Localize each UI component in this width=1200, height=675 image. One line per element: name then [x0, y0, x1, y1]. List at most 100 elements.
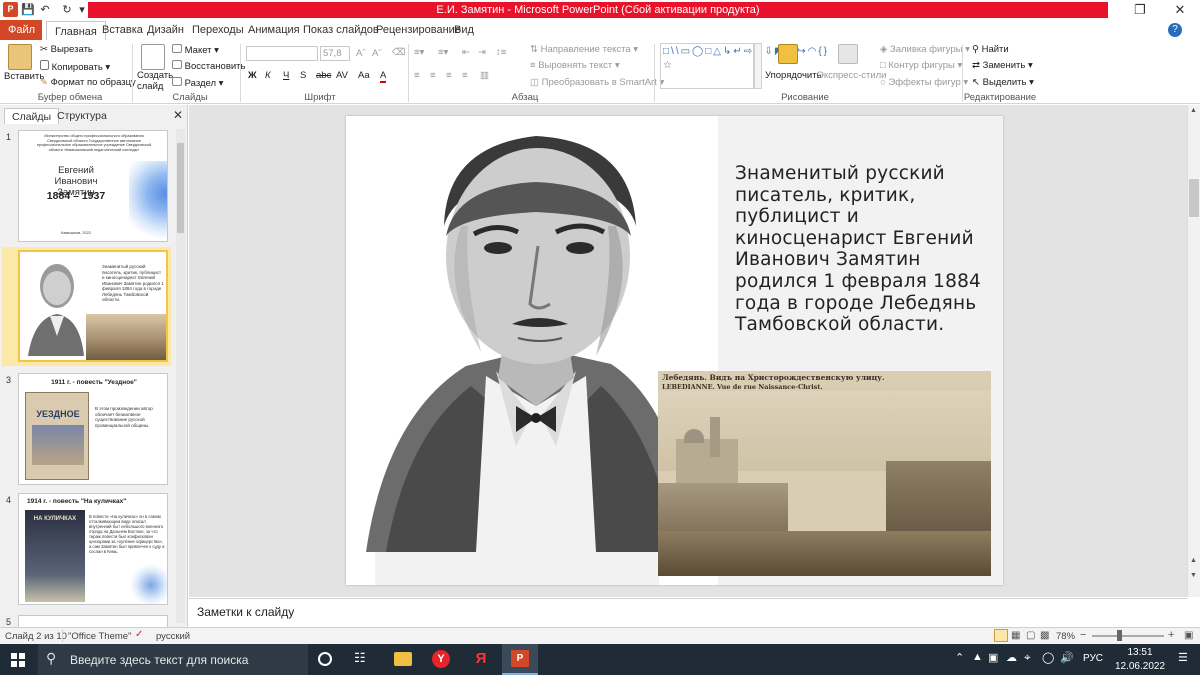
clear-format-icon[interactable]: ⌫ [392, 47, 405, 58]
redo-icon[interactable]: ↻ [60, 3, 74, 17]
smartart-button[interactable]: ◫ Преобразовать в SmartArt ▾ [530, 77, 664, 88]
main-scroll-track[interactable]: ▲ ▲ ▼ [1187, 105, 1200, 597]
spacing-icon[interactable]: AV [336, 70, 348, 81]
network-icon[interactable]: ◯ [1042, 651, 1054, 664]
font-name-select[interactable] [246, 46, 318, 61]
restore-button[interactable]: ❐ [1120, 0, 1160, 20]
powerpoint-taskbar-button[interactable]: P [502, 644, 538, 675]
shrink-font-icon[interactable]: Aˇ [372, 48, 382, 59]
paste-icon[interactable] [8, 44, 32, 70]
keyboard-language[interactable]: РУС [1083, 653, 1103, 664]
grow-font-icon[interactable]: Aˆ [356, 48, 366, 59]
windows-start-icon[interactable] [11, 653, 25, 667]
new-slide-icon[interactable] [141, 44, 165, 70]
replace-button[interactable]: ⇄ Заменить ▾ [972, 60, 1033, 71]
customize-qat-icon[interactable]: ▾ [75, 3, 89, 17]
clock-time[interactable]: 13:51 [1117, 647, 1163, 658]
normal-view-icon[interactable] [994, 629, 1008, 642]
yandex-browser-icon[interactable]: Y [432, 650, 450, 668]
fit-slide-icon[interactable]: ▣ [1184, 630, 1193, 641]
indent-icon[interactable]: ⇤ [462, 47, 470, 58]
notifications-icon[interactable]: ☰ [1178, 651, 1188, 664]
paste-button[interactable]: Вставить [4, 71, 44, 82]
zoom-in-icon[interactable]: + [1168, 629, 1174, 641]
outdent-icon[interactable]: ⇥ [478, 47, 486, 58]
scroll-up-icon[interactable]: ▲ [1190, 107, 1197, 114]
italic-icon[interactable]: К [265, 70, 271, 81]
tray-app-icon[interactable]: ▲ [972, 651, 983, 663]
cut-button[interactable]: ✂ Вырезать [40, 44, 93, 55]
slide-thumbnail-3[interactable]: 1911 г. - повесть "Уездное" УЕЗДНОЕ В эт… [18, 373, 168, 485]
tab-outline-panel[interactable]: Структура [50, 108, 114, 124]
zoom-slider[interactable] [1092, 635, 1164, 637]
shapes-gallery[interactable]: □\\▭◯□△↳↵⇨⇧⇩◤⤼↪◠{}☆ [660, 43, 827, 89]
reset-button[interactable]: Восстановить [172, 60, 245, 72]
prev-slide-icon[interactable]: ▲ [1190, 557, 1197, 564]
zoom-out-icon[interactable]: − [1080, 629, 1086, 641]
slide-thumbnail-2[interactable]: Знаменитый русский писатель, критик, пуб… [18, 250, 168, 362]
gallery-scroll[interactable] [754, 43, 762, 89]
language[interactable]: русский [156, 631, 190, 642]
quick-styles-icon[interactable] [838, 44, 858, 64]
slide-thumbnail-4[interactable]: 1914 г. - повесть "На куличках" НА КУЛИЧ… [18, 493, 168, 605]
align-text-button[interactable]: ≡ Выровнять текст ▾ [530, 60, 620, 71]
yandex-icon[interactable]: Я [472, 650, 490, 668]
columns-icon[interactable]: ▥ [480, 70, 489, 81]
quick-styles-button[interactable]: Экспресс-стили [817, 70, 886, 81]
tab-view[interactable]: Вид [446, 20, 482, 40]
slide-thumbnail-1[interactable]: Министерство общего профессионального об… [18, 130, 168, 242]
reading-view-icon[interactable]: ▢ [1026, 630, 1035, 641]
zoom-slider-thumb[interactable] [1117, 630, 1122, 641]
justify-icon[interactable]: ≡ [462, 70, 468, 81]
save-icon[interactable]: 💾 [21, 3, 35, 17]
close-panel-icon[interactable]: ✕ [173, 108, 183, 122]
arrange-icon[interactable] [778, 44, 798, 64]
arrange-button[interactable]: Упорядочить [765, 70, 822, 81]
zoom-level[interactable]: 78% [1056, 631, 1075, 642]
close-window-button[interactable]: ✕ [1160, 0, 1200, 20]
panel-scroll-thumb[interactable] [177, 143, 184, 233]
underline-icon[interactable]: Ч [283, 70, 289, 81]
search-input[interactable]: Введите здесь текст для поиска [70, 653, 248, 667]
select-button[interactable]: ↖ Выделить ▾ [972, 77, 1034, 88]
spellcheck-icon[interactable]: ✓ [135, 629, 143, 640]
layout-button[interactable]: Макет ▾ [172, 44, 219, 56]
font-size-select[interactable]: 57,8 [320, 46, 350, 61]
tray-screen-icon[interactable]: ▣ [988, 651, 998, 664]
strikethrough-icon[interactable]: abc [316, 70, 331, 81]
clock-date[interactable]: 12.06.2022 [1110, 661, 1170, 672]
undo-icon[interactable]: ↶ [38, 3, 52, 17]
new-slide-button[interactable]: Создать слайд [137, 70, 173, 92]
tray-cloud-icon[interactable]: ☁ [1006, 651, 1017, 664]
copy-button[interactable]: Копировать ▾ [40, 60, 110, 73]
shape-fill-button[interactable]: ◈ Заливка фигуры ▾ [880, 44, 970, 55]
find-button[interactable]: ⚲ Найти [972, 44, 1009, 55]
task-view-icon[interactable]: ☷ [354, 650, 366, 666]
volume-icon[interactable]: 🔊 [1060, 651, 1074, 664]
font-color-icon[interactable]: A [380, 70, 387, 83]
next-slide-icon[interactable]: ▼ [1190, 572, 1197, 579]
numbering-icon[interactable]: ≡▾ [438, 47, 448, 58]
shape-outline-button[interactable]: □ Контур фигуры ▾ [880, 60, 962, 71]
slide-body-text[interactable]: Знаменитый русский писатель, критик, пуб… [735, 163, 985, 336]
bold-icon[interactable]: Ж [248, 70, 257, 81]
case-icon[interactable]: Aa [358, 70, 370, 81]
cortana-icon[interactable] [318, 652, 332, 666]
slide-sorter-icon[interactable]: ▦ [1011, 630, 1020, 641]
taskbar-search[interactable]: ⚲ Введите здесь текст для поиска [38, 644, 308, 675]
slide-thumbnail-5[interactable] [18, 615, 168, 627]
panel-scrollbar[interactable] [176, 129, 185, 623]
align-right-icon[interactable]: ≡ [446, 70, 452, 81]
main-scroll-thumb[interactable] [1189, 179, 1199, 217]
slideshow-icon[interactable]: ▩ [1040, 630, 1049, 641]
tab-file[interactable]: Файл [0, 20, 42, 40]
line-spacing-icon[interactable]: ↕≡ [496, 47, 506, 58]
shape-effects-button[interactable]: ○ Эффекты фигур ▾ [880, 77, 968, 88]
align-center-icon[interactable]: ≡ [430, 70, 436, 81]
align-left-icon[interactable]: ≡ [414, 70, 420, 81]
notes-pane[interactable]: Заметки к слайду [189, 598, 1187, 627]
wifi-icon[interactable]: ⌖ [1024, 650, 1031, 665]
file-explorer-icon[interactable] [394, 652, 412, 666]
shadow-icon[interactable]: S [300, 70, 306, 81]
section-button[interactable]: Раздел ▾ [172, 77, 223, 89]
